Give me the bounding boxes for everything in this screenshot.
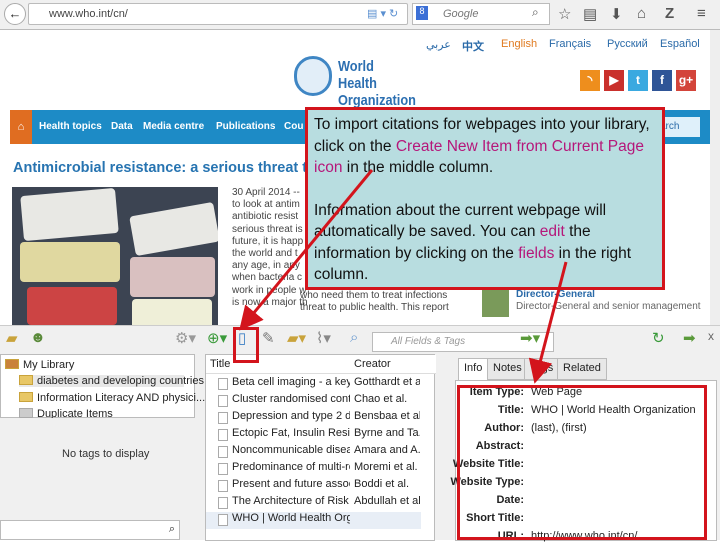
arrow-to-create-item [239,169,374,331]
arrows-overlay [239,169,568,384]
arrow-to-fields [528,261,568,384]
